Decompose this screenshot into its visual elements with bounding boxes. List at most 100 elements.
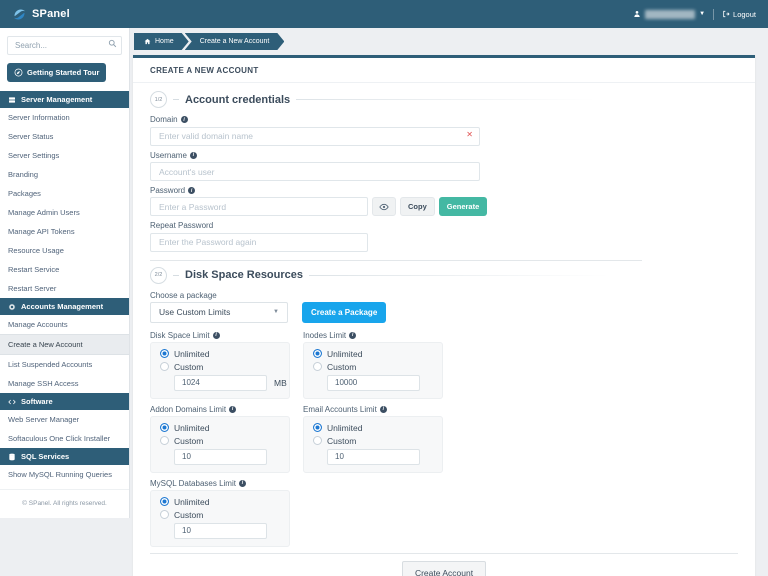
gear-icon — [8, 303, 16, 311]
domain-input[interactable] — [150, 127, 480, 146]
sidebar-item-resource-usage[interactable]: Resource Usage — [0, 241, 129, 260]
username-input[interactable] — [150, 162, 480, 181]
sidebar-search — [7, 35, 122, 55]
head-line — [309, 275, 609, 276]
code-icon — [8, 398, 16, 406]
sidebar-item-manage-admin-users[interactable]: Manage Admin Users — [0, 203, 129, 222]
logout-button[interactable]: Logout — [722, 10, 756, 19]
create-package-button[interactable]: Create a Package — [302, 302, 386, 323]
sidebar-item-manage-ssh-access[interactable]: Manage SSH Access — [0, 374, 129, 393]
repeat-password-field: Repeat Password — [150, 221, 480, 252]
user-menu[interactable]: ▼ — [633, 10, 705, 19]
sidebar-header-accounts-management[interactable]: Accounts Management — [0, 298, 129, 315]
copy-password-button[interactable]: Copy — [400, 197, 435, 216]
radio-unlimited[interactable]: Unlimited — [313, 349, 433, 359]
limit-value-input[interactable] — [174, 523, 267, 539]
sidebar-header-sql-services[interactable]: SQL Services — [0, 448, 129, 465]
sidebar-copyright: © SPanel. All rights reserved. — [0, 489, 129, 518]
user-icon — [633, 10, 641, 18]
radio-icon — [160, 510, 169, 519]
info-icon[interactable]: i — [188, 187, 195, 194]
radio-custom[interactable]: Custom — [160, 362, 280, 372]
info-icon[interactable]: i — [349, 332, 356, 339]
radio-unlimited[interactable]: Unlimited — [160, 349, 280, 359]
getting-started-tour-button[interactable]: Getting Started Tour — [7, 63, 106, 82]
head-dash — [173, 99, 179, 100]
sidebar-item-show-mysql-running-queries[interactable]: Show MySQL Running Queries — [0, 465, 129, 484]
section-title: Disk Space Resources — [185, 269, 303, 281]
breadcrumb-home[interactable]: Home — [134, 33, 189, 50]
brand-logo[interactable]: SPanel — [12, 7, 70, 22]
generate-password-button[interactable]: Generate — [439, 197, 488, 216]
radio-unlimited[interactable]: Unlimited — [160, 423, 280, 433]
main-content: Home Create a New Account CREATE A NEW A… — [130, 28, 768, 576]
sidebar-item-web-server-manager[interactable]: Web Server Manager — [0, 410, 129, 429]
show-password-button[interactable] — [372, 197, 396, 216]
search-icon — [108, 39, 117, 48]
password-field: Password i Copy Generate — [150, 186, 480, 216]
package-select[interactable]: Use Custom Limits ▼ — [150, 302, 288, 323]
repeat-password-label: Repeat Password — [150, 221, 213, 230]
radio-custom[interactable]: Custom — [160, 436, 280, 446]
limit-value-input[interactable] — [174, 375, 267, 391]
domain-label: Domain — [150, 115, 178, 124]
username-redacted — [645, 10, 695, 19]
radio-custom[interactable]: Custom — [313, 436, 433, 446]
create-account-button[interactable]: Create Account — [402, 561, 486, 576]
sidebar-item-server-information[interactable]: Server Information — [0, 108, 129, 127]
search-input[interactable] — [7, 36, 122, 55]
package-field: Choose a package Use Custom Limits ▼ Cre… — [150, 291, 738, 323]
repeat-password-input[interactable] — [150, 233, 368, 252]
head-dash — [173, 275, 179, 276]
sidebar-item-restart-server[interactable]: Restart Server — [0, 279, 129, 298]
radio-icon — [313, 436, 322, 445]
sidebar-item-manage-accounts[interactable]: Manage Accounts — [0, 315, 129, 334]
logout-label: Logout — [733, 10, 756, 19]
radio-unlimited[interactable]: Unlimited — [160, 497, 280, 507]
package-select-value: Use Custom Limits — [159, 307, 230, 317]
limit-value-input[interactable] — [327, 449, 420, 465]
topbar: SPanel ▼ Logout — [0, 0, 768, 28]
info-icon[interactable]: i — [239, 480, 246, 487]
radio-custom[interactable]: Custom — [313, 362, 433, 372]
domain-label-row: Domain i — [150, 115, 480, 124]
sidebar-item-branding[interactable]: Branding — [0, 165, 129, 184]
info-icon[interactable]: i — [229, 406, 236, 413]
password-input[interactable] — [150, 197, 368, 216]
info-icon[interactable]: i — [213, 332, 220, 339]
sidebar-item-softaculous-one-click-installer[interactable]: Softaculous One Click Installer — [0, 429, 129, 448]
sidebar-item-list-suspended-accounts[interactable]: List Suspended Accounts — [0, 355, 129, 374]
repeat-password-label-row: Repeat Password — [150, 221, 480, 230]
password-label-row: Password i — [150, 186, 480, 195]
domain-input-wrap: ✕ — [150, 126, 480, 146]
error-x-icon: ✕ — [466, 131, 473, 139]
user-area: ▼ Logout — [633, 9, 756, 20]
eye-icon — [379, 202, 389, 212]
breadcrumb-current[interactable]: Create a New Account — [185, 33, 285, 50]
radio-custom[interactable]: Custom — [160, 510, 280, 520]
sidebar-item-create-a-new-account[interactable]: Create a New Account — [0, 334, 129, 355]
sidebar-item-manage-api-tokens[interactable]: Manage API Tokens — [0, 222, 129, 241]
limit-box-disk-space: Disk Space Limit i Unlimited Custom — [150, 331, 290, 399]
info-icon[interactable]: i — [181, 116, 188, 123]
sidebar: Getting Started Tour Server Management S… — [0, 28, 130, 518]
sidebar-item-packages[interactable]: Packages — [0, 184, 129, 203]
radio-unlimited[interactable]: Unlimited — [313, 423, 433, 433]
limit-box-mysql-databases: MySQL Databases Limit i Unlimited Custom — [150, 479, 290, 547]
limit-value-input[interactable] — [174, 449, 267, 465]
sidebar-item-server-status[interactable]: Server Status — [0, 127, 129, 146]
info-icon[interactable]: i — [380, 406, 387, 413]
chevron-down-icon: ▼ — [273, 309, 279, 315]
radio-icon — [313, 349, 322, 358]
limit-value-input[interactable] — [327, 375, 420, 391]
server-icon — [8, 96, 16, 104]
radio-icon — [160, 423, 169, 432]
limits-row-3: MySQL Databases Limit i Unlimited Custom — [150, 479, 738, 547]
info-icon[interactable]: i — [190, 152, 197, 159]
sidebar-header-server-management[interactable]: Server Management — [0, 91, 129, 108]
sidebar-item-server-settings[interactable]: Server Settings — [0, 146, 129, 165]
limit-box-email-accounts: Email Accounts Limit i Unlimited Custom — [303, 405, 443, 473]
chevron-down-icon: ▼ — [699, 11, 705, 17]
sidebar-header-software[interactable]: Software — [0, 393, 129, 410]
sidebar-item-restart-service[interactable]: Restart Service — [0, 260, 129, 279]
